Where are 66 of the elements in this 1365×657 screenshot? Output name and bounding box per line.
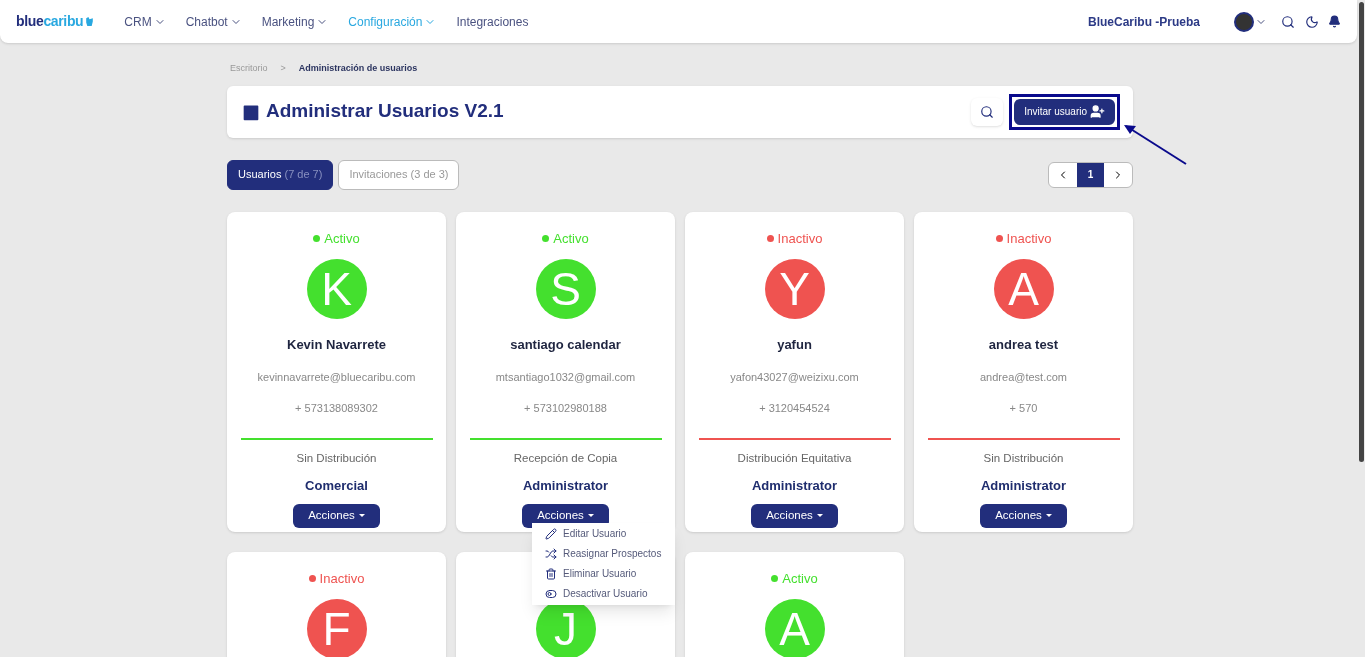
- toggle-icon: [545, 587, 557, 600]
- page-button[interactable]: 1: [1077, 162, 1104, 187]
- distribution-label: Sin Distribución: [983, 451, 1064, 466]
- user-phone: + 3120454524: [759, 400, 830, 416]
- pencil-icon: [545, 527, 557, 540]
- status-label: Inactivo: [1006, 229, 1052, 248]
- caret-icon: [1045, 513, 1052, 518]
- add-user-icon: [1090, 104, 1105, 119]
- invite-user-button[interactable]: Invitar usuario: [1014, 98, 1115, 125]
- dropdown-item[interactable]: Eliminar Usuario: [532, 563, 675, 584]
- user-phone: + 573138089302: [295, 400, 378, 416]
- tab[interactable]: Usuarios (7 de 7): [227, 159, 334, 190]
- caret-icon: [816, 513, 823, 518]
- user-email: kevinnavarrete@bluecaribu.com: [257, 370, 416, 385]
- user-name: yafun: [777, 335, 812, 354]
- user-name: andrea test: [988, 335, 1059, 354]
- nav-menu-item[interactable]: Marketing: [261, 12, 329, 31]
- status-label: Inactivo: [777, 229, 823, 248]
- search-icon[interactable]: [1281, 14, 1295, 29]
- distribution-label: Sin Distribución: [296, 451, 377, 466]
- moon-icon[interactable]: [1305, 14, 1319, 29]
- user-role: Administrator: [751, 477, 838, 496]
- scrollbar[interactable]: [1359, 2, 1364, 462]
- breadcrumb-separator: >: [280, 62, 286, 75]
- avatar: A: [993, 258, 1054, 319]
- nav-menu-item[interactable]: Chatbot: [185, 12, 242, 31]
- user-email: mtsantiago1032@gmail.com: [495, 370, 636, 385]
- actions-button[interactable]: Acciones: [293, 503, 380, 528]
- account-name: BlueCaribu -Prueba: [1087, 13, 1200, 31]
- shuffle-icon: [545, 547, 557, 560]
- breadcrumb-item: Administración de usuarios: [298, 62, 418, 75]
- user-phone: + 573102980188: [524, 400, 607, 416]
- bell-icon[interactable]: [1328, 15, 1341, 28]
- user-email: yafon43027@weizixu.com: [730, 370, 859, 385]
- user-role: Administrator: [980, 477, 1067, 496]
- avatar: S: [535, 258, 596, 319]
- search-icon: [980, 104, 995, 119]
- page-title: Administrar Usuarios V2.1: [266, 99, 504, 124]
- dropdown-item[interactable]: Reasignar Prospectos: [532, 543, 675, 564]
- status-label: Activo: [324, 229, 360, 248]
- status-label: Activo: [782, 569, 818, 588]
- avatar: K: [306, 258, 367, 319]
- status-label: Inactivo: [319, 569, 365, 588]
- status-label: Activo: [553, 229, 589, 248]
- logo-text[interactable]: bluecaribu: [16, 11, 84, 32]
- distribution-label: Recepción de Copia: [513, 451, 618, 466]
- avatar: F: [306, 598, 367, 657]
- user-role: Administrator: [522, 477, 609, 496]
- nav-menu-item[interactable]: Integraciones: [456, 12, 529, 31]
- user-phone: + 570: [1009, 400, 1038, 416]
- user-role: Comercial: [305, 477, 368, 496]
- avatar: Y: [764, 258, 825, 319]
- profile-avatar[interactable]: [1234, 11, 1254, 32]
- distribution-label: Distribución Equitativa: [737, 451, 852, 466]
- nav-menu-item[interactable]: CRM: [124, 12, 166, 31]
- search-button[interactable]: [971, 97, 1004, 126]
- user-name: santiago calendar: [510, 335, 621, 354]
- caret-icon: [358, 513, 365, 518]
- user-name: Kevin Navarrete: [287, 335, 386, 354]
- user-email: andrea@test.com: [980, 370, 1067, 385]
- caret-icon: [587, 513, 594, 518]
- annotation-arrow: [1122, 123, 1188, 166]
- actions-button[interactable]: Acciones: [980, 503, 1067, 528]
- actions-button[interactable]: Acciones: [751, 503, 838, 528]
- avatar: A: [764, 598, 825, 657]
- trash-icon: [545, 567, 557, 580]
